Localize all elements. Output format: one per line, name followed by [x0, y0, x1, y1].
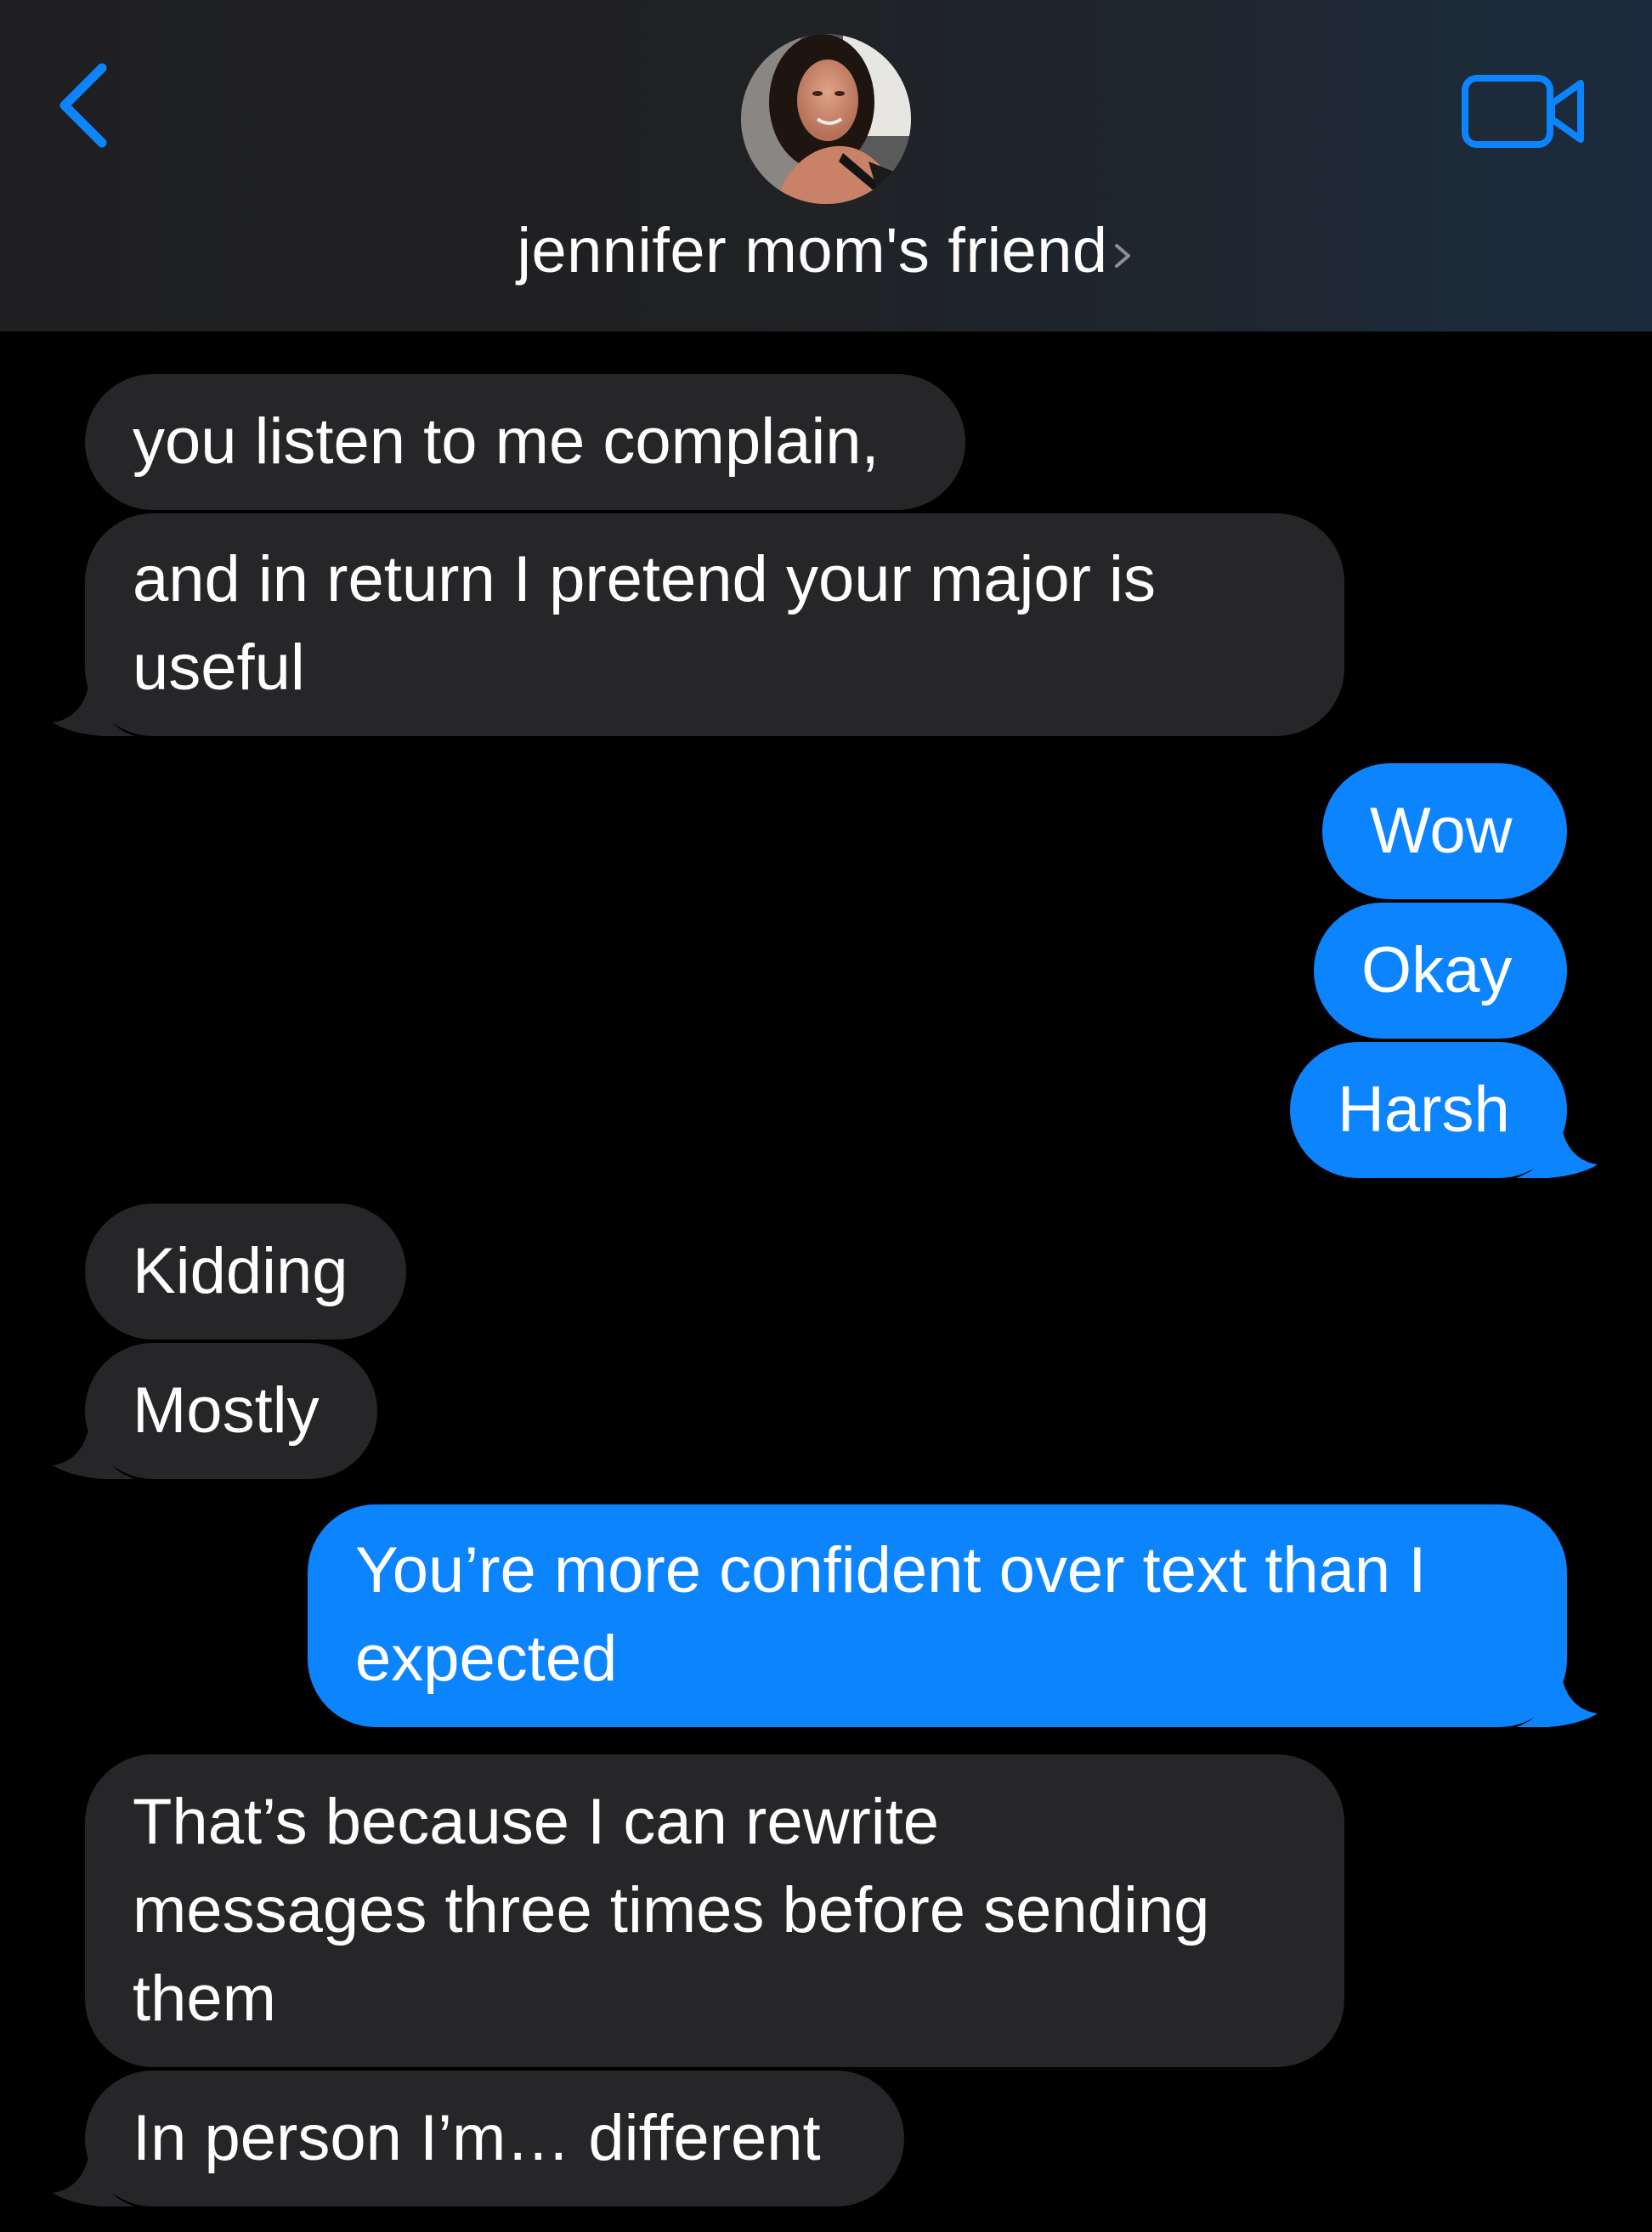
bubble-tail-outgoing — [1516, 1110, 1598, 1178]
contact-avatar[interactable] — [741, 34, 911, 204]
message-text-line: You’re more confident over text than I — [355, 1534, 1427, 1606]
conversation-header: jennifer mom's friend — [0, 0, 1652, 331]
message-bubble-outgoing[interactable]: Wow — [1322, 763, 1567, 899]
message-text-line: them — [133, 1963, 276, 2035]
message-text-line: That’s because I can rewrite — [133, 1786, 940, 1858]
message-bubble-incoming[interactable]: and in return I pretend your major is us… — [85, 513, 1344, 736]
message-text: Kidding — [133, 1235, 348, 1307]
message-text-line: and in return I pretend your major is — [133, 543, 1156, 615]
message-thread[interactable]: you listen to me complain, and in return… — [0, 331, 1652, 2232]
contact-name-button[interactable]: jennifer mom's friend — [0, 212, 1652, 289]
message-text: Okay — [1361, 934, 1513, 1006]
chevron-right-icon — [1114, 244, 1130, 269]
message-text: Mostly — [133, 1374, 320, 1447]
message-bubble-incoming[interactable]: Kidding — [85, 1204, 406, 1340]
message-text-line: expected — [355, 1623, 618, 1695]
message-bubble-outgoing[interactable]: You’re more confident over text than I e… — [308, 1504, 1567, 1727]
bubble-tail-incoming — [53, 668, 134, 736]
chevron-left-icon — [59, 63, 107, 148]
message-text: Wow — [1370, 795, 1513, 867]
avatar-photo — [741, 34, 911, 204]
message-text-line: useful — [133, 632, 305, 704]
bubble-tail-incoming — [53, 2139, 134, 2207]
message-bubble-outgoing[interactable]: Okay — [1314, 903, 1567, 1039]
bubble-tail-incoming — [53, 1411, 134, 1479]
message-text: you listen to me complain, — [133, 405, 880, 478]
bubble-tail-outgoing — [1516, 1659, 1598, 1727]
contact-name: jennifer mom's friend — [517, 215, 1108, 286]
video-camera-icon — [1462, 75, 1584, 148]
back-button[interactable] — [49, 54, 126, 156]
message-text: Harsh — [1338, 1074, 1510, 1146]
message-text: In person I’m… different — [133, 2102, 821, 2174]
message-text-line: messages three times before sending — [133, 1874, 1210, 1946]
message-bubble-incoming[interactable]: you listen to me complain, — [85, 374, 965, 510]
message-bubble-incoming[interactable]: In person I’m… different — [85, 2071, 904, 2207]
message-bubble-incoming[interactable]: That’s because I can rewrite messages th… — [85, 1754, 1344, 2067]
video-call-button[interactable] — [1460, 68, 1587, 153]
